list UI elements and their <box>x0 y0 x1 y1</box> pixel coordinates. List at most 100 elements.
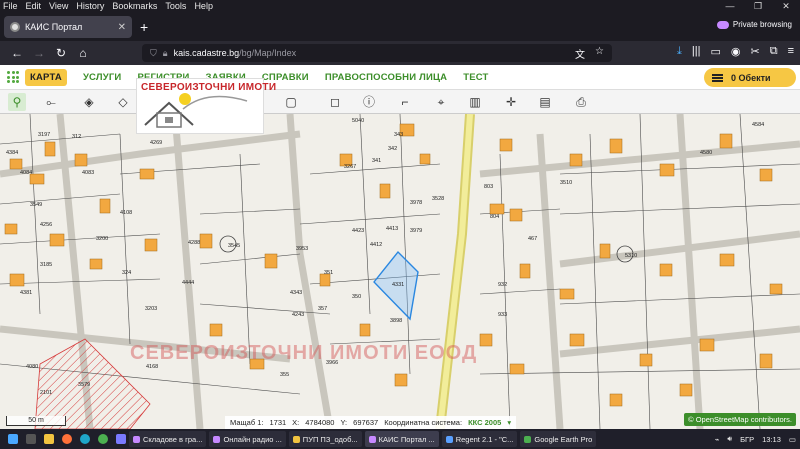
url-host: kais.cadastre.bg <box>173 48 240 58</box>
screenshot-icon[interactable]: ✂ <box>751 45 760 58</box>
sidebar-icon[interactable]: ▭ <box>710 45 720 58</box>
lang-indicator[interactable]: БГР <box>740 435 754 444</box>
watermark-text: СЕВЕРОИЗТОЧНИ ИМОТИ ЕООД <box>130 342 478 364</box>
menu-bar: File Edit View History Bookmarks Tools H… <box>0 0 800 13</box>
search-icon[interactable]: ⚲ <box>8 93 26 111</box>
windows-start-icon[interactable] <box>8 434 18 444</box>
nav-pravosposobni[interactable]: ПРАВОСПОСОБНИ ЛИЦА <box>325 72 447 83</box>
nav-bar: ← → ↻ ⌂ ⛉ 🔒︎ kais.cadastre.bg/bg/Map/Ind… <box>0 41 800 65</box>
task-1[interactable]: Складове в гра... <box>129 431 207 447</box>
pin-icon[interactable]: ⌖ <box>432 93 450 111</box>
parcel-label: 3579 <box>78 382 90 388</box>
attribution[interactable]: © OpenStreetMap contributors. <box>684 413 796 426</box>
menu-view[interactable]: View <box>49 0 68 13</box>
apps-grid-icon[interactable] <box>7 71 19 83</box>
parcel-label: 3203 <box>145 306 157 312</box>
clock[interactable]: 13:13 <box>762 435 781 444</box>
parcel-label: 350 <box>352 294 361 300</box>
chrome-icon[interactable] <box>98 434 108 444</box>
layers-stack-icon[interactable]: ◇ <box>114 93 132 111</box>
parcel-label: 803 <box>484 184 493 190</box>
home-icon[interactable]: ⌂ <box>72 46 94 60</box>
private-browsing-indicator: Private browsing <box>716 20 792 29</box>
parcel-label: 4269 <box>150 140 162 146</box>
parcel-label: 2101 <box>40 390 52 396</box>
select-area-icon[interactable]: ▢ <box>282 93 300 111</box>
menu-history[interactable]: History <box>76 0 104 13</box>
parcel-label: 4108 <box>120 210 132 216</box>
url-path: /bg/Map/Index <box>239 48 297 58</box>
parcel-label: 4084 <box>20 170 32 176</box>
task-5[interactable]: Regent 2.1 - "C... <box>441 431 518 447</box>
private-mask-icon <box>716 20 729 29</box>
menu-help[interactable]: Help <box>194 0 213 13</box>
tab-title: КАИС Портал <box>25 22 83 32</box>
print-icon[interactable]: ⎙ <box>572 93 590 111</box>
back-arrow-icon[interactable]: ← <box>6 46 28 60</box>
nav-test[interactable]: ТЕСТ <box>463 72 488 83</box>
layers-icon[interactable]: ◈ <box>80 93 98 111</box>
extensions-icon[interactable]: ⧉ <box>770 45 778 58</box>
house-logo-icon <box>144 93 248 128</box>
menu-bookmarks[interactable]: Bookmarks <box>112 0 157 13</box>
bookmark-star-icon[interactable]: ☆ <box>595 46 604 61</box>
cadastral-map[interactable]: 3197 312 4269 4108 3200 4288 4343 4423 4413 4412 4… <box>0 114 800 429</box>
parcel-label: 4413 <box>386 226 398 232</box>
new-tab-button[interactable]: + <box>140 19 148 35</box>
system-tray: ⌁ 🔊︎ БГР 13:13 ▭ <box>715 429 796 449</box>
menu-tools[interactable]: Tools <box>165 0 186 13</box>
parcel-label: 4381 <box>20 290 32 296</box>
tab-kais[interactable]: КАИС Портал ✕ <box>4 16 132 38</box>
close-tab-icon[interactable]: ✕ <box>118 22 126 33</box>
network-icon[interactable]: ⌁ <box>715 435 720 444</box>
crosshair-icon[interactable]: ✛ <box>502 93 520 111</box>
menu-file[interactable]: File <box>3 0 18 13</box>
dropdown-icon[interactable]: ▾ <box>507 418 511 427</box>
coord-system-label: Координатна система: <box>384 418 463 427</box>
task-6[interactable]: Google Earth Pro <box>520 431 597 447</box>
nav-spravki[interactable]: СПРАВКИ <box>262 72 309 83</box>
parcel-label: 4288 <box>188 240 200 246</box>
task-4[interactable]: КАИС Портал ... <box>364 431 439 447</box>
task-2[interactable]: Онлайн радио ... <box>209 431 286 447</box>
task-3[interactable]: ПУП ПЗ_одоб... <box>288 431 362 447</box>
account-icon[interactable]: ◉ <box>731 45 741 58</box>
library-icon[interactable]: ||| <box>692 45 701 58</box>
map-icon[interactable]: ▥ <box>466 93 484 111</box>
download-icon[interactable]: ⤓ <box>677 45 682 58</box>
firefox-icon[interactable] <box>62 434 72 444</box>
document-icon[interactable]: ▤ <box>536 93 554 111</box>
forward-arrow-icon[interactable]: → <box>28 46 50 60</box>
file-explorer-icon[interactable] <box>44 434 54 444</box>
maximize-button[interactable]: ❐ <box>744 0 772 13</box>
nav-karta[interactable]: КАРТА <box>25 68 67 86</box>
route-icon[interactable]: ⟜ <box>42 93 60 111</box>
select-rect-icon[interactable]: ◻ <box>326 93 344 111</box>
url-bar[interactable]: ⛉ 🔒︎ kais.cadastre.bg/bg/Map/Index 文 ☆ <box>142 44 612 62</box>
parcel-label: 4384 <box>6 150 18 156</box>
menu-edit[interactable]: Edit <box>26 0 42 13</box>
parcel-label: 4331 <box>392 282 404 288</box>
notification-icon[interactable]: ▭ <box>789 435 796 444</box>
close-window-button[interactable]: ✕ <box>772 0 800 13</box>
search-taskbar-icon[interactable] <box>26 434 36 444</box>
objects-button[interactable]: 0 Обекти <box>704 68 796 87</box>
app-menu-icon[interactable]: ≡ <box>788 45 794 58</box>
coord-system-select[interactable]: ККС 2005 <box>468 418 501 427</box>
minimize-button[interactable]: — <box>716 0 744 13</box>
parcel-label: 4343 <box>290 290 302 296</box>
translate-icon[interactable]: 文 <box>575 46 585 61</box>
map-canvas[interactable]: 3197 312 4269 4108 3200 4288 4343 4423 4413 4412 4… <box>0 114 800 429</box>
reload-icon[interactable]: ↻ <box>50 46 72 60</box>
info-icon[interactable]: ⓘ <box>360 93 378 111</box>
volume-icon[interactable]: 🔊︎ <box>727 434 732 444</box>
store-icon[interactable] <box>116 434 126 444</box>
parcel-label: 351 <box>324 270 333 276</box>
parcel-label: 804 <box>490 214 499 220</box>
nav-uslugi[interactable]: УСЛУГИ <box>83 72 122 83</box>
x-value: 4784080 <box>305 418 335 427</box>
parcel-label: 3185 <box>40 262 52 268</box>
edge-icon[interactable] <box>80 434 90 444</box>
measure-icon[interactable]: ⌐ <box>396 93 414 111</box>
parcel-label: 324 <box>122 270 131 276</box>
